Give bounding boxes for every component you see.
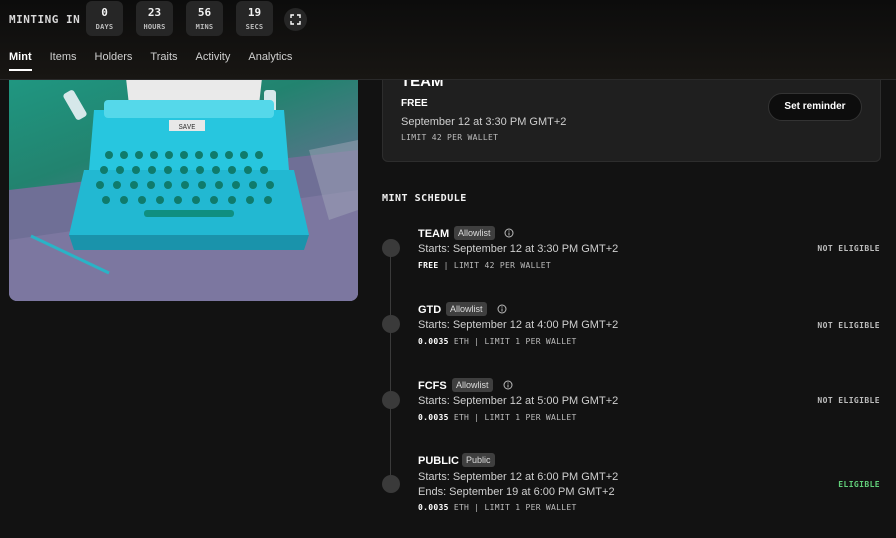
phase-starts: Starts: September 12 at 4:00 PM GMT+2: [418, 319, 619, 331]
nft-artwork: SAVE: [9, 60, 358, 301]
countdown-secs-value: 19: [247, 6, 262, 19]
phase-price-limit: 0.0035 ETH | LIMIT 1 PER WALLET: [418, 503, 577, 512]
countdown-hours-label: HOURS: [143, 23, 166, 31]
tab-analytics[interactable]: Analytics: [248, 51, 292, 71]
countdown-days: 0 DAYS: [86, 1, 123, 36]
phase-limit: ETH | LIMIT 1 PER WALLET: [453, 503, 577, 512]
set-reminder-button[interactable]: Set reminder: [768, 93, 862, 121]
info-icon[interactable]: [504, 228, 514, 238]
countdown-secs-label: SECS: [245, 23, 264, 31]
phase-limit: | LIMIT 42 PER WALLET: [443, 261, 552, 270]
stage-date: September 12 at 3:30 PM GMT+2: [401, 116, 567, 128]
tab-holders[interactable]: Holders: [95, 51, 133, 71]
phase-starts: Starts: September 12 at 5:00 PM GMT+2: [418, 395, 619, 407]
countdown-hours-value: 23: [147, 6, 162, 19]
tab-bar: Mint Items Holders Traits Activity Analy…: [9, 51, 310, 71]
stage-price: FREE: [401, 98, 428, 109]
timeline-dot: [382, 391, 400, 409]
tab-activity[interactable]: Activity: [196, 51, 231, 71]
phase-price: 0.0035: [418, 503, 449, 512]
typewriter-illustration: SAVE: [9, 60, 358, 301]
phase-name: FCFS: [418, 380, 447, 392]
timeline-dot: [382, 475, 400, 493]
phase-starts: Starts: September 12 at 3:30 PM GMT+2: [418, 243, 619, 255]
info-icon[interactable]: [497, 304, 507, 314]
top-bar: MINTING IN 0 DAYS 23 HOURS 56 MINS 19 SE…: [0, 0, 896, 80]
expand-button[interactable]: [284, 8, 307, 31]
countdown-mins: 56 MINS: [186, 1, 223, 36]
phase-price: FREE: [418, 261, 439, 270]
phase-ends: Ends: September 19 at 6:00 PM GMT+2: [418, 486, 615, 498]
phase-price: 0.0035: [418, 337, 449, 346]
mint-schedule-title: MINT SCHEDULE: [382, 193, 467, 204]
countdown-hours: 23 HOURS: [136, 1, 173, 36]
phase-name: GTD: [418, 304, 442, 316]
phase-name: TEAM: [418, 228, 450, 240]
phase-name: PUBLIC: [418, 455, 459, 467]
timeline-dot: [382, 315, 400, 333]
stage-limit: LIMIT 42 PER WALLET: [401, 133, 499, 142]
phase-price: 0.0035: [418, 413, 449, 422]
phase-badge: Public: [462, 453, 495, 467]
countdown-mins-value: 56: [197, 6, 212, 19]
eligibility-status: NOT ELIGIBLE: [817, 396, 880, 405]
phase-limit: ETH | LIMIT 1 PER WALLET: [453, 337, 577, 346]
phase-badge: Allowlist: [446, 302, 487, 316]
tab-items[interactable]: Items: [50, 51, 77, 71]
countdown-days-label: DAYS: [95, 23, 114, 31]
eligibility-status: ELIGIBLE: [838, 480, 880, 489]
phase-badge: Allowlist: [454, 226, 495, 240]
phase-limit: ETH | LIMIT 1 PER WALLET: [453, 413, 577, 422]
minting-in-label: MINTING IN: [9, 13, 81, 26]
phase-price-limit: 0.0035 ETH | LIMIT 1 PER WALLET: [418, 337, 577, 346]
phase-badge: Allowlist: [452, 378, 493, 392]
expand-icon: [290, 14, 301, 25]
tab-traits[interactable]: Traits: [150, 51, 177, 71]
countdown-secs: 19 SECS: [236, 1, 273, 36]
phase-price-limit: 0.0035 ETH | LIMIT 1 PER WALLET: [418, 413, 577, 422]
eligibility-status: NOT ELIGIBLE: [817, 321, 880, 330]
artwork-label: SAVE: [179, 124, 196, 132]
countdown-days-value: 0: [101, 6, 108, 19]
eligibility-status: NOT ELIGIBLE: [817, 244, 880, 253]
timeline-dot: [382, 239, 400, 257]
countdown-mins-label: MINS: [195, 23, 214, 31]
timeline-line: [390, 240, 391, 485]
phase-price-limit: FREE | LIMIT 42 PER WALLET: [418, 261, 551, 270]
phase-starts: Starts: September 12 at 6:00 PM GMT+2: [418, 471, 619, 483]
tab-mint[interactable]: Mint: [9, 51, 32, 71]
info-icon[interactable]: [503, 380, 513, 390]
